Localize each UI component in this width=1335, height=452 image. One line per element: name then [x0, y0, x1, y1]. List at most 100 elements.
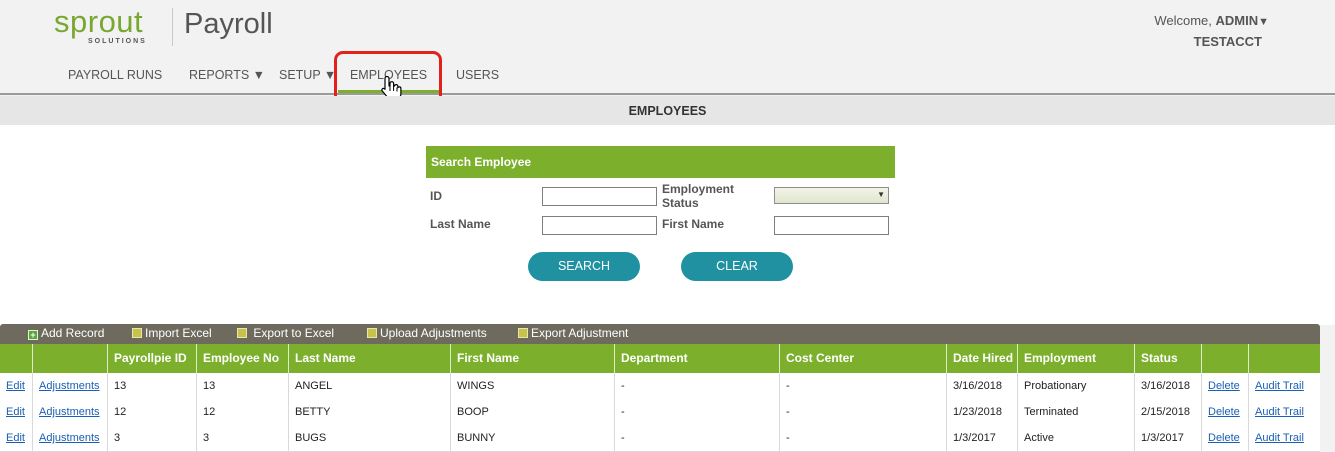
logo-subtitle: SOLUTIONS	[88, 38, 147, 45]
search-panel-title: Search Employee	[426, 146, 895, 178]
department-cell: -	[615, 399, 780, 425]
employment-status-label-line1: Employment	[662, 182, 735, 196]
audit-trail-link[interactable]: Audit Trail	[1255, 406, 1304, 418]
excel-icon	[518, 328, 528, 338]
table-row: Edit Adjustments 12 12 BETTY BOOP - - 1/…	[0, 399, 1320, 426]
welcome-text: Welcome,	[1154, 13, 1212, 28]
employment-status-cell: Active	[1018, 425, 1135, 451]
audit-trail-cell: Audit Trail	[1249, 399, 1320, 425]
first-name-input[interactable]	[774, 216, 889, 235]
employee-no-cell: 13	[197, 373, 289, 399]
column-header-date-hired[interactable]: Date Hired	[947, 344, 1018, 373]
search-button[interactable]: SEARCH	[528, 252, 640, 281]
date-hired-cell: 1/23/2018	[947, 399, 1018, 425]
delete-cell: Delete	[1202, 373, 1249, 399]
column-header-adjustments	[33, 344, 108, 373]
audit-trail-cell: Audit Trail	[1249, 373, 1320, 399]
caret-down-icon[interactable]: ▼	[1258, 16, 1269, 28]
edit-cell: Edit	[0, 399, 33, 425]
logo-wordmark: sprout	[54, 4, 144, 39]
edit-cell: Edit	[0, 373, 33, 399]
delete-cell: Delete	[1202, 425, 1249, 451]
employees-grid: + Add Record Import Excel Export to Excel…	[0, 324, 1320, 452]
employment-status-cell: Probationary	[1018, 373, 1135, 399]
column-header-delete	[1202, 344, 1249, 373]
logo-divider	[172, 8, 173, 46]
edit-link[interactable]: Edit	[6, 406, 25, 418]
nav-setup[interactable]: SETUP ▼	[279, 68, 336, 95]
delete-link[interactable]: Delete	[1208, 406, 1240, 418]
employee-no-cell: 3	[197, 425, 289, 451]
delete-link[interactable]: Delete	[1208, 380, 1240, 392]
page-title: EMPLOYEES	[0, 96, 1335, 125]
adjustments-link[interactable]: Adjustments	[39, 380, 100, 392]
date-hired-cell: 1/3/2017	[947, 425, 1018, 451]
id-input[interactable]	[542, 187, 657, 206]
sprout-logo[interactable]: sprout SOLUTIONS Payroll	[54, 4, 294, 48]
audit-trail-link[interactable]: Audit Trail	[1255, 432, 1304, 444]
column-header-employment-status[interactable]: Employment Status	[1018, 344, 1135, 394]
column-header-edit	[0, 344, 33, 373]
nav-payroll-runs[interactable]: PAYROLL RUNS	[68, 68, 162, 95]
department-cell: -	[615, 373, 780, 399]
column-header-audit	[1249, 344, 1320, 373]
column-header-first-name[interactable]: First Name	[451, 344, 615, 373]
employment-status-cell: Terminated	[1018, 399, 1135, 425]
status-cell: 1/3/2017	[1135, 425, 1202, 451]
status-cell: 3/16/2018	[1135, 373, 1202, 399]
app-header: sprout SOLUTIONS Payroll Welcome, ADMIN▼…	[0, 0, 1335, 95]
column-header-cost-center[interactable]: Cost Center	[780, 344, 947, 373]
first-name-label: First Name	[662, 217, 725, 231]
export-excel-button[interactable]: Export to Excel	[237, 326, 334, 341]
adjustments-cell: Adjustments	[33, 425, 108, 451]
clear-button[interactable]: CLEAR	[681, 252, 793, 281]
excel-icon	[367, 328, 377, 338]
audit-trail-link[interactable]: Audit Trail	[1255, 380, 1304, 392]
column-header-last-name[interactable]: Last Name	[289, 344, 451, 373]
cost-center-cell: -	[780, 425, 947, 451]
nav-reports[interactable]: REPORTS ▼	[189, 68, 265, 95]
delete-link[interactable]: Delete	[1208, 432, 1240, 444]
employment-status-label-line2: Status	[662, 196, 699, 210]
user-name[interactable]: ADMIN	[1216, 13, 1259, 28]
department-cell: -	[615, 425, 780, 451]
search-employee-panel: Search Employee ID Employment Status ▼ L…	[426, 146, 895, 236]
employment-status-select[interactable]: ▼	[774, 187, 889, 204]
column-header-payrollpie-id[interactable]: Payrollpie ID	[108, 344, 197, 373]
chevron-down-icon: ▼	[877, 190, 885, 199]
excel-icon	[237, 328, 247, 338]
employee-no-cell: 12	[197, 399, 289, 425]
excel-icon	[132, 328, 142, 338]
export-adjustment-label: Export Adjustment	[531, 326, 629, 340]
import-excel-button[interactable]: Import Excel	[132, 326, 212, 341]
adjustments-cell: Adjustments	[33, 373, 108, 399]
adjustments-link[interactable]: Adjustments	[39, 432, 100, 444]
grid-toolbar: + Add Record Import Excel Export to Excel…	[0, 324, 1320, 344]
adjustments-cell: Adjustments	[33, 399, 108, 425]
last-name-cell: BUGS	[289, 425, 451, 451]
edit-link[interactable]: Edit	[6, 380, 25, 392]
column-header-employee-no[interactable]: Employee No	[197, 344, 289, 373]
audit-trail-cell: Audit Trail	[1249, 425, 1320, 451]
edit-link[interactable]: Edit	[6, 432, 25, 444]
export-adjustment-button[interactable]: Export Adjustment	[518, 326, 628, 341]
upload-adjustments-label: Upload Adjustments	[380, 326, 487, 340]
cost-center-cell: -	[780, 373, 947, 399]
export-excel-label: Export to Excel	[253, 326, 335, 340]
nav-users[interactable]: USERS	[456, 68, 499, 95]
column-header-department[interactable]: Department	[615, 344, 780, 373]
upload-adjustments-button[interactable]: Upload Adjustments	[367, 326, 487, 341]
delete-cell: Delete	[1202, 399, 1249, 425]
product-name: Payroll	[184, 8, 273, 40]
add-record-button[interactable]: + Add Record	[28, 326, 104, 341]
column-header-status[interactable]: Status	[1135, 344, 1202, 373]
payrollpie-id-cell: 13	[108, 373, 197, 399]
status-cell: 2/15/2018	[1135, 399, 1202, 425]
cost-center-cell: -	[780, 399, 947, 425]
first-name-cell: BUNNY	[451, 425, 615, 451]
main-nav: PAYROLL RUNS REPORTS ▼ SETUP ▼ EMPLOYEES…	[0, 60, 1335, 95]
payrollpie-id-cell: 12	[108, 399, 197, 425]
adjustments-link[interactable]: Adjustments	[39, 406, 100, 418]
last-name-input[interactable]	[542, 216, 657, 235]
last-name-label: Last Name	[430, 217, 491, 231]
